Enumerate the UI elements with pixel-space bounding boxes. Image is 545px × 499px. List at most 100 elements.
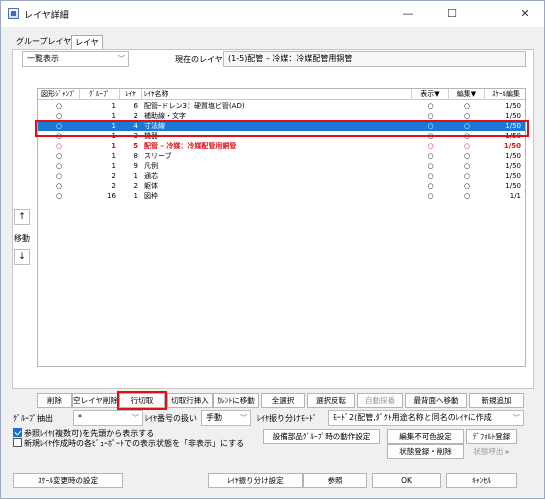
table-row[interactable]: ○ 2 1 通芯 ○ ○ 1/50 [38,171,525,181]
cell-figure-jump[interactable]: ○ [38,151,80,161]
cell-figure-jump[interactable]: ○ [38,171,80,181]
layer-assign-mode-select[interactable]: ﾓｰﾄﾞ2(配管,ﾀﾞｸﾄ用途名称と同名のﾚｲﾔに作成 ﹀ [328,410,524,426]
layer-assign-setting-button[interactable]: ﾚｲﾔ振り分け設定 [208,473,303,488]
cell-scale: 1/50 [505,152,521,160]
cell-edit[interactable]: ○ [449,161,485,171]
select-all-button[interactable]: 全選択 [261,393,305,408]
reference-button[interactable]: 参照 [303,473,367,488]
cell-display[interactable]: ○ [412,101,449,111]
cell-edit[interactable]: ○ [449,181,485,191]
cell-layer: 2 [133,182,138,190]
invert-selection-button[interactable]: 選択反転 [307,393,355,408]
cell-figure-jump[interactable]: ○ [38,141,80,151]
cell-scale: 1/50 [505,172,521,180]
cell-edit[interactable]: ○ [449,101,485,111]
cell-edit[interactable]: ○ [449,141,485,151]
window-title: レイヤ詳細 [24,11,69,21]
add-new-button[interactable]: 新規追加 [469,393,524,408]
cell-group: 1 [111,152,116,160]
chevron-down-icon: ﹀ [240,414,247,422]
cell-group: 2 [111,172,116,180]
scale-change-setting-button[interactable]: ｽｹｰﾙ変更時の設定 [13,473,123,488]
cell-group: 1 [111,102,116,110]
minimize-button[interactable]: — [389,1,427,27]
default-register-button[interactable]: ﾃﾞﾌｫﾙﾄ登録 [466,429,517,444]
cell-group: 1 [111,162,116,170]
cell-edit[interactable]: ○ [449,191,485,201]
delete-empty-layer-button[interactable]: 空レイヤ削除 [72,393,119,408]
col-figure-jump[interactable]: 図形ｼﾞｬﾝﾌﾟ [38,89,80,100]
cell-scale: 1/50 [505,102,521,110]
move-to-back-button[interactable]: 最背面へ移動 [405,393,467,408]
cell-scale: 1/50 [503,142,521,150]
cell-figure-jump[interactable]: ○ [38,191,80,201]
table-row[interactable]: ○ 1 8 スリーブ ○ ○ 1/50 [38,151,525,161]
cell-edit[interactable]: ○ [449,171,485,181]
delete-button[interactable]: 削除 [37,393,72,408]
layer-number-value: 手動 [206,413,222,422]
state-call-button[interactable]: 状態呼出 ▸ [466,444,517,459]
paste-row-button[interactable]: 切取行挿入 [167,393,213,408]
move-to-current-button[interactable]: ｶﾚﾝﾄに移動 [213,393,259,408]
table-row[interactable]: ○ 1 6 配管ｰドレン3：硬質塩ビ管(AD) ○ ○ 1/50 [38,101,525,111]
move-down-button[interactable]: ↓ [14,249,30,265]
cell-display[interactable]: ○ [412,141,449,151]
table-row[interactable]: ○ 2 2 躯体 ○ ○ 1/50 [38,181,525,191]
layer-number-select[interactable]: 手動 ﹀ [201,410,251,426]
edit-disabled-color-button[interactable]: 編集不可色設定 [387,429,464,444]
cell-scale: 1/1 [509,192,521,200]
cell-figure-jump[interactable]: ○ [38,181,80,191]
cell-layer: 9 [133,162,138,170]
view-mode-value: 一覧表示 [27,54,59,63]
state-register-button[interactable]: 状態登録・削除 [387,444,464,459]
col-layer[interactable]: ﾚｲﾔ [120,89,142,100]
group-extract-label: ｸﾞﾙｰﾌﾟ抽出 [13,414,53,423]
cell-display[interactable]: ○ [412,151,449,161]
ok-button[interactable]: OK [372,473,441,488]
cell-scale: 1/50 [505,182,521,190]
cell-layer: 1 [133,192,138,200]
cell-scale: 1/50 [505,162,521,170]
current-layer-display: (1-5)配管 – 冷媒：冷媒配管用銅管 [223,51,526,67]
cell-layer-name: 凡例 [144,162,158,170]
cell-layer-name: 配管ｰドレン3：硬質塩ビ管(AD) [144,102,245,110]
col-edit[interactable]: 編集▼ [449,89,485,100]
selection-highlight-box [35,120,529,137]
maximize-button[interactable]: ☐ [433,1,471,27]
auto-number-button[interactable]: 自動採番 [357,393,403,408]
cell-edit[interactable]: ○ [449,151,485,161]
col-display[interactable]: 表示▼ [412,89,449,100]
col-layer-name[interactable]: ﾚｲﾔ名称 [142,89,412,100]
cell-display[interactable]: ○ [412,171,449,181]
ref-layer-checkbox[interactable] [13,428,22,437]
layer-assign-mode-value: ﾓｰﾄﾞ2(配管,ﾀﾞｸﾄ用途名称と同名のﾚｲﾔに作成 [333,413,492,422]
cell-layer-name: スリーブ [144,152,172,160]
cell-display[interactable]: ○ [412,191,449,201]
cell-display[interactable]: ○ [412,161,449,171]
title-bar: レイヤ詳細 — ☐ ✕ [1,1,544,27]
table-row[interactable]: ○ 1 5 配管 – 冷媒：冷媒配管用銅管 ○ ○ 1/50 [38,141,525,151]
cut-row-highlight-box [117,391,167,410]
table-header: 図形ｼﾞｬﾝﾌﾟ ｸﾞﾙｰﾌﾟ ﾚｲﾔ ﾚｲﾔ名称 表示▼ 編集▼ ｽｹｰﾙ編集 [38,89,525,100]
col-group[interactable]: ｸﾞﾙｰﾌﾟ [80,89,120,100]
table-row[interactable]: ○ 1 9 凡例 ○ ○ 1/50 [38,161,525,171]
cell-figure-jump[interactable]: ○ [38,101,80,111]
cancel-button[interactable]: ｷｬﾝｾﾙ [446,473,517,488]
group-extract-select[interactable]: * ﹀ [73,410,143,426]
cell-layer: 6 [133,102,138,110]
tab-group-layer[interactable]: グループレイヤ [13,35,74,49]
view-mode-select[interactable]: 一覧表示 ﹀ [22,51,129,67]
cell-layer-name: 通芯 [144,172,158,180]
move-up-button[interactable]: ↑ [14,209,30,225]
layer-detail-window: レイヤ詳細 — ☐ ✕ グループレイヤ レイヤ 一覧表示 ﹀ 現在のレイヤ (1… [0,0,545,499]
cell-figure-jump[interactable]: ○ [38,161,80,171]
col-scale-edit[interactable]: ｽｹｰﾙ編集 [485,89,525,100]
table-row[interactable]: ○ 16 1 図枠 ○ ○ 1/1 [38,191,525,201]
close-button[interactable]: ✕ [506,1,544,27]
tab-layer[interactable]: レイヤ [71,35,103,50]
new-layer-hide-checkbox[interactable] [13,438,22,447]
cell-layer-name: 配管 – 冷媒：冷媒配管用銅管 [144,142,237,150]
chevron-down-icon: ﹀ [118,55,125,63]
cell-display[interactable]: ○ [412,181,449,191]
equip-group-setting-button[interactable]: 設備部品ｸﾞﾙｰﾌﾟ時の動作設定 [263,429,380,444]
